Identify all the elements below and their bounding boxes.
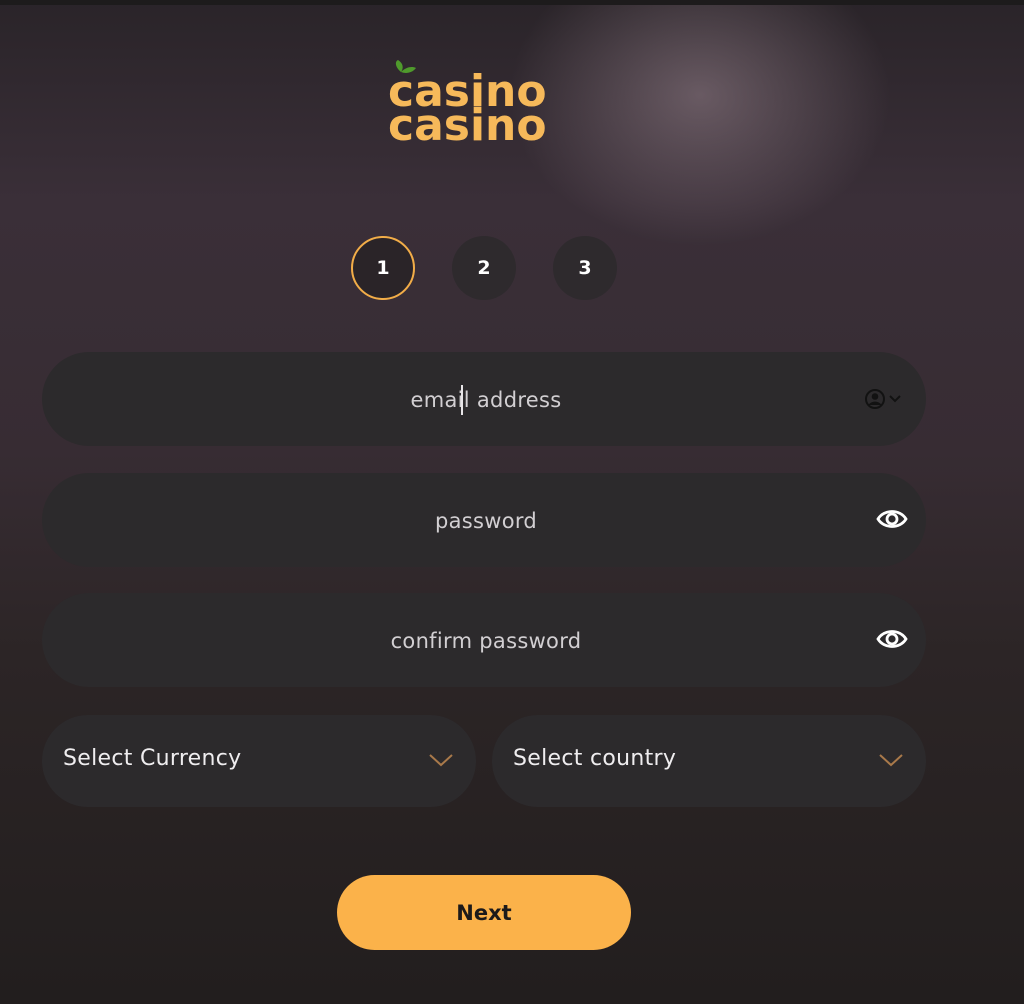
contact-dropdown-icon[interactable] xyxy=(864,388,906,410)
password-input[interactable] xyxy=(42,473,930,569)
step-3-indicator: 3 xyxy=(553,236,617,300)
step-1-indicator: 1 xyxy=(351,236,415,300)
chevron-down-icon xyxy=(879,754,903,767)
top-bar xyxy=(0,0,1024,5)
casino-logo: casino casino xyxy=(388,60,547,148)
password-field[interactable] xyxy=(42,473,930,569)
country-select[interactable]: Select country xyxy=(492,715,926,807)
next-button[interactable]: Next xyxy=(337,875,631,950)
confirm-password-field[interactable] xyxy=(42,593,930,689)
country-select-label: Select country xyxy=(513,746,677,771)
show-password-eye-icon[interactable] xyxy=(876,506,908,532)
confirm-password-input[interactable] xyxy=(42,593,930,689)
logo-text-bottom: casino xyxy=(388,100,547,148)
show-confirm-password-eye-icon[interactable] xyxy=(876,626,908,652)
email-field[interactable] xyxy=(42,352,930,448)
email-input[interactable] xyxy=(42,352,930,448)
currency-select[interactable]: Select Currency xyxy=(42,715,476,807)
step-2-indicator: 2 xyxy=(452,236,516,300)
chevron-down-icon xyxy=(429,754,453,767)
currency-select-label: Select Currency xyxy=(63,746,242,771)
text-cursor xyxy=(461,385,463,415)
